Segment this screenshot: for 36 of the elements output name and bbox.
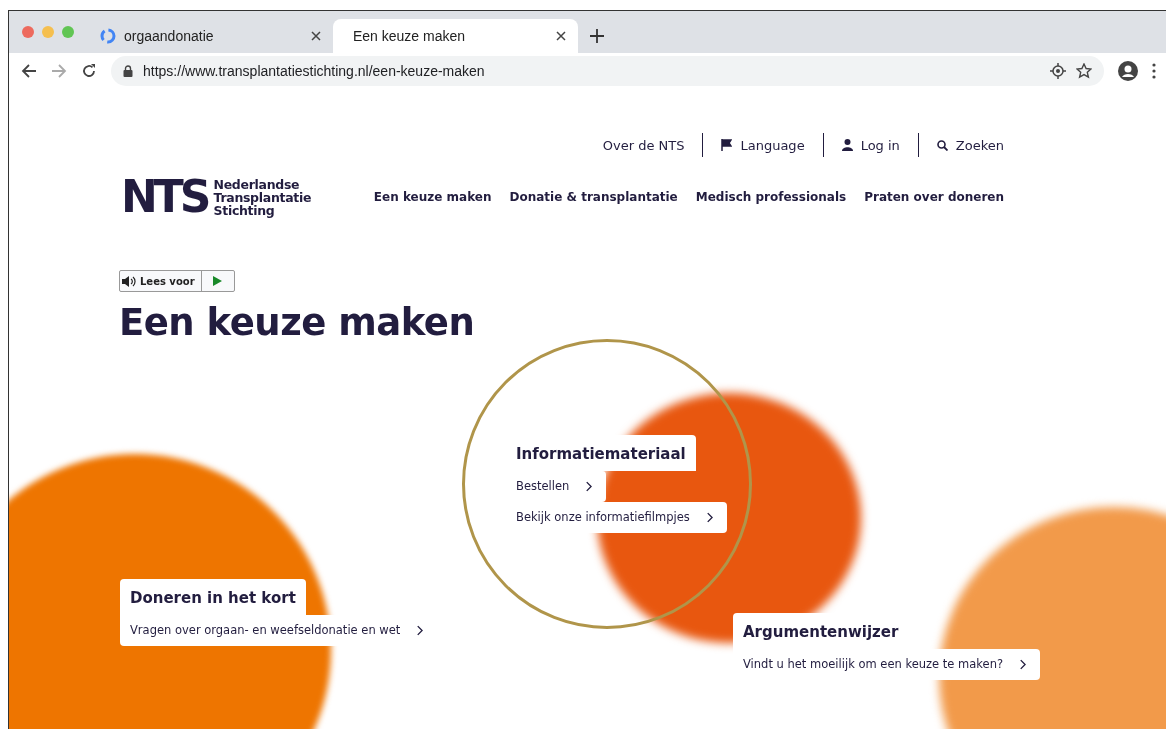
location-icon[interactable] bbox=[1050, 63, 1066, 79]
logo-mark: NTS bbox=[121, 175, 208, 219]
utility-link[interactable]: Zoeken bbox=[918, 137, 1004, 153]
address-bar[interactable]: https://www.transplantatiestichting.nl/een-keuze-maken bbox=[111, 56, 1104, 86]
logo-text: Stichting bbox=[213, 203, 275, 217]
card-title: Doneren in het kort bbox=[120, 579, 306, 615]
speaker-icon bbox=[122, 275, 136, 287]
play-icon[interactable] bbox=[213, 276, 223, 286]
logo-text: Transplantatie bbox=[213, 190, 312, 204]
menu-icon[interactable] bbox=[1152, 63, 1156, 79]
chevron-right-icon bbox=[1019, 658, 1027, 670]
search-icon bbox=[936, 139, 948, 151]
browser-tab[interactable]: Een keuze maken bbox=[333, 19, 578, 53]
read-aloud-label[interactable]: Lees voor bbox=[140, 275, 195, 287]
utility-link[interactable]: Log in bbox=[823, 137, 918, 153]
chevron-right-icon bbox=[416, 624, 424, 636]
nav-link[interactable]: Donatie & transplantatie bbox=[509, 190, 678, 204]
close-tab-icon[interactable] bbox=[556, 31, 566, 41]
logo-text: Nederlandse bbox=[213, 177, 301, 191]
browser-tab[interactable]: orgaandonatie bbox=[88, 19, 333, 53]
back-icon[interactable] bbox=[21, 63, 37, 79]
nav-link[interactable]: Een keuze maken bbox=[373, 190, 492, 204]
reload-icon[interactable] bbox=[81, 63, 97, 79]
nav-link[interactable]: Medisch professionals bbox=[695, 190, 847, 204]
chevron-right-icon bbox=[705, 511, 713, 523]
close-tab-icon[interactable] bbox=[311, 31, 321, 41]
star-icon[interactable] bbox=[1076, 63, 1092, 79]
flag-icon bbox=[721, 139, 733, 151]
utility-link[interactable]: Over de NTS bbox=[584, 137, 703, 153]
user-icon bbox=[841, 139, 853, 151]
page-heading: Een keuze maken bbox=[119, 301, 475, 344]
profile-icon[interactable] bbox=[1118, 61, 1138, 81]
lock-icon bbox=[123, 65, 133, 77]
chevron-right-icon bbox=[585, 480, 593, 492]
utility-link[interactable]: Language bbox=[703, 137, 823, 153]
nav-link[interactable]: Praten over doneren bbox=[864, 190, 1004, 204]
